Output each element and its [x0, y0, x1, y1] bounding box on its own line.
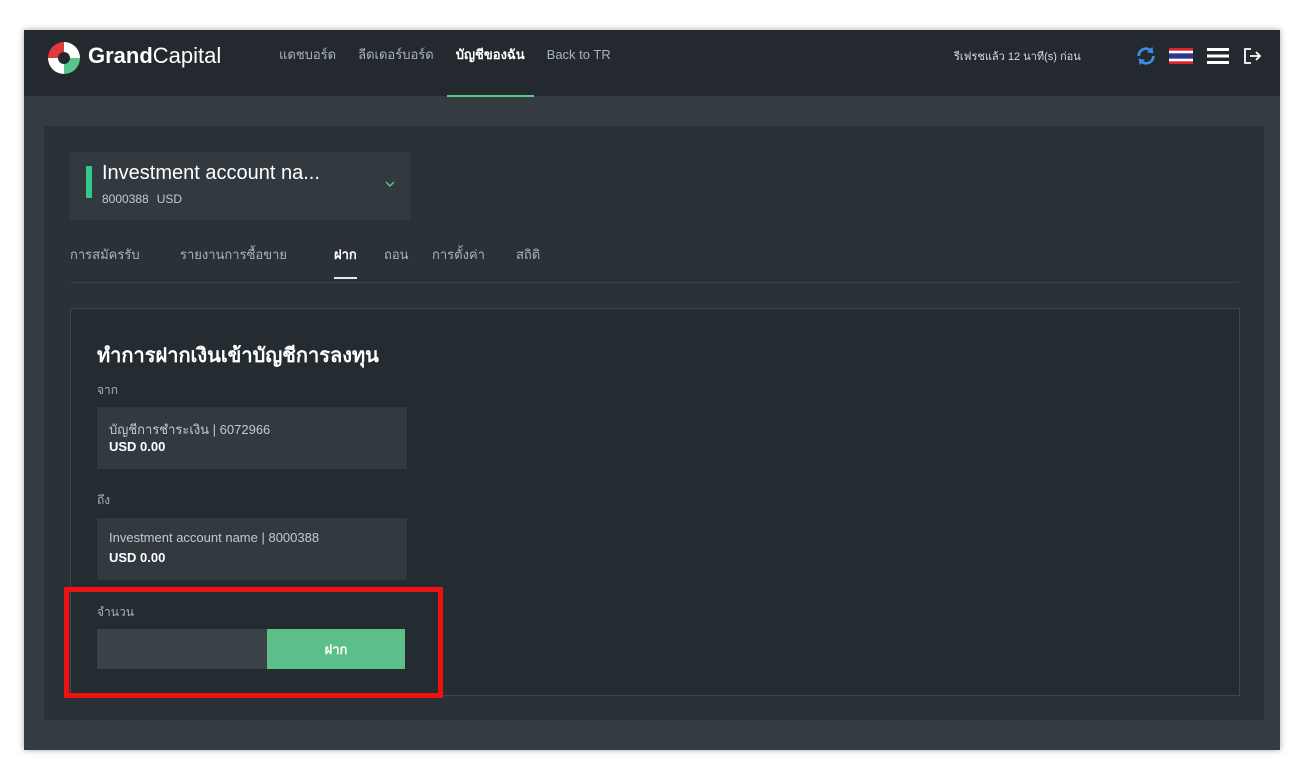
account-name: Investment account na... [102, 162, 320, 184]
account-color-bar [86, 166, 92, 198]
nav-item-leaderboard[interactable]: ลีดเดอร์บอร์ด [349, 30, 443, 96]
tab-subscriptions[interactable]: การสมัครรับ [70, 244, 140, 265]
to-account-name: Investment account name | 8000388 [109, 530, 320, 545]
last-refresh-text: รีเฟรชแล้ว 12 นาที(s) ก่อน [954, 51, 1081, 63]
logout-icon[interactable] [1240, 44, 1264, 68]
tab-statistics[interactable]: สถิติ [516, 244, 540, 265]
grandcapital-logo[interactable]: GrandCapital [48, 30, 221, 86]
to-account-box: Investment account name | 8000388 USD 0.… [97, 518, 407, 580]
nav-item-back-to-tr[interactable]: Back to TR [538, 30, 620, 96]
chevron-down-icon[interactable] [382, 176, 398, 192]
menu-icon[interactable] [1206, 44, 1230, 68]
from-account-name: บัญชีการชำระเงิน | 6072966 [109, 422, 271, 437]
to-account-balance: USD 0.00 [109, 550, 166, 565]
main-nav: แดชบอร์ด ลีดเดอร์บอร์ด บัญชีของฉัน Back … [270, 30, 624, 97]
logo-icon [48, 42, 80, 74]
refresh-icon[interactable] [1134, 44, 1158, 68]
highlight-box [64, 587, 443, 698]
tab-withdraw[interactable]: ถอน [384, 244, 409, 265]
account-tabs: การสมัครรับ รายงานการซื้อขาย ฝาก ถอน การ… [70, 238, 1238, 283]
tab-trading-report[interactable]: รายงานการซื้อขาย [180, 244, 287, 265]
flag-thailand-icon[interactable] [1169, 44, 1193, 68]
to-label: ถึง [97, 493, 111, 507]
tab-deposit[interactable]: ฝาก [334, 244, 357, 279]
from-account-box: บัญชีการชำระเงิน | 6072966 USD 0.00 [97, 407, 407, 469]
nav-item-my-accounts[interactable]: บัญชีของฉัน [446, 30, 534, 97]
from-label: จาก [97, 383, 119, 397]
account-selector[interactable]: Investment account na... 8000388 USD [70, 152, 410, 220]
deposit-title: ทำการฝากเงินเข้าบัญชีการลงทุน [97, 343, 379, 367]
tab-settings[interactable]: การตั้งค่า [432, 244, 485, 265]
nav-item-dashboard[interactable]: แดชบอร์ด [270, 30, 345, 96]
account-details: 8000388 USD [102, 192, 190, 206]
top-navbar: GrandCapital แดชบอร์ด ลีดเดอร์บอร์ด บัญช… [24, 30, 1280, 97]
account-currency: USD [156, 192, 183, 206]
from-account-balance: USD 0.00 [109, 439, 166, 454]
logo-text: GrandCapital [88, 43, 222, 68]
account-number: 8000388 [102, 192, 149, 206]
